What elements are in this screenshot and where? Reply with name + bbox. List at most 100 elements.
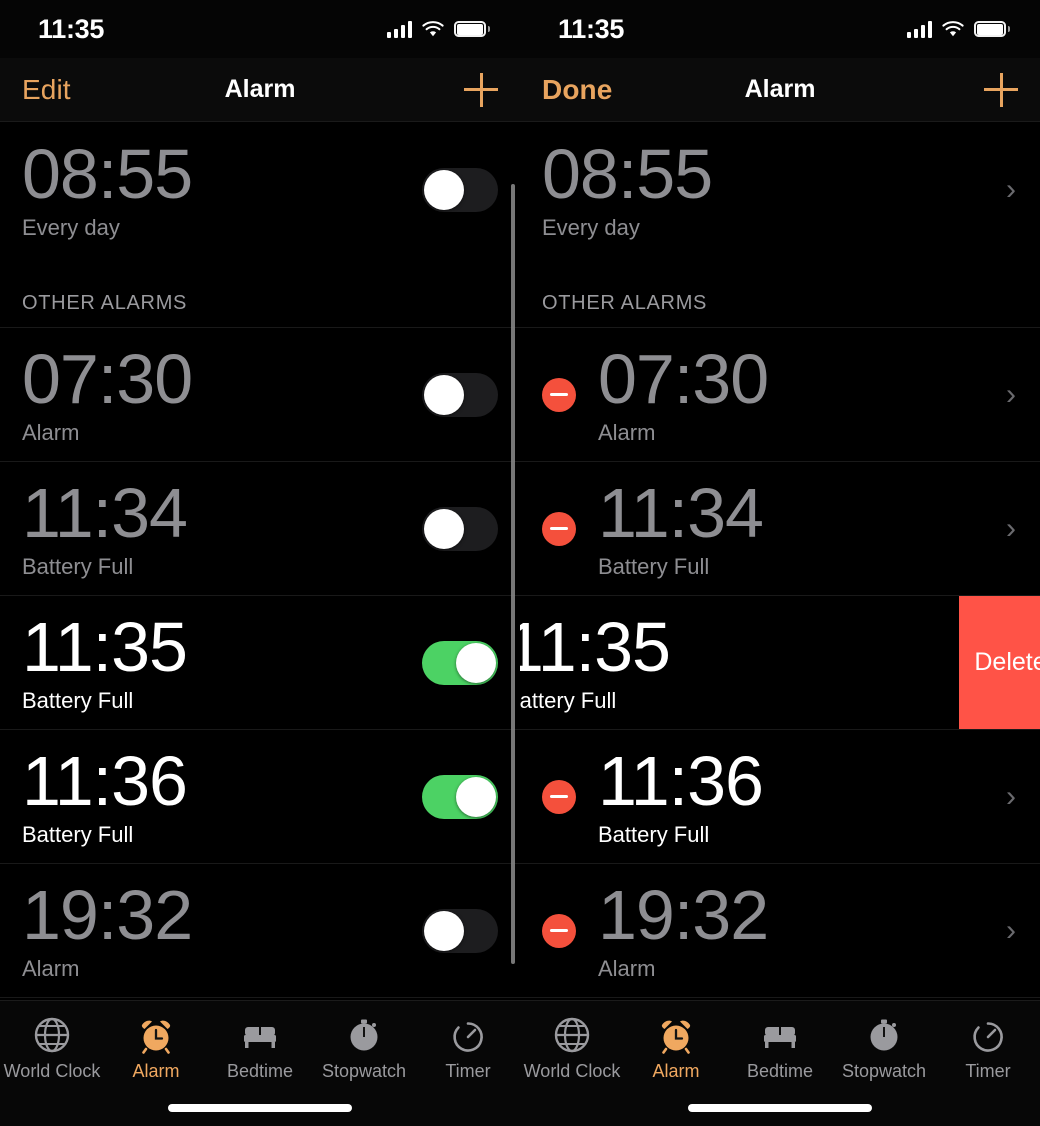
alarm-label: Every day — [542, 215, 640, 240]
home-indicator — [168, 1104, 352, 1112]
alarm-row[interactable]: 19:32 Alarm › — [520, 864, 1040, 998]
alarm-row[interactable]: 11:34 Battery Full › — [520, 462, 1040, 596]
navigation-bar: Done Alarm — [520, 58, 1040, 122]
alarm-time: 07:30 — [22, 339, 193, 418]
wifi-icon — [421, 20, 445, 38]
alarm-time: 08:55 — [22, 135, 193, 213]
tab-label: Alarm — [652, 1061, 700, 1081]
tab-label: Bedtime — [746, 1061, 814, 1081]
alarm-label: Battery Full — [598, 553, 710, 579]
stopwatch-icon — [864, 1015, 904, 1055]
tab-bedtime[interactable]: Bedtime — [208, 1015, 312, 1082]
alarm-clock-icon — [656, 1015, 696, 1055]
alarm-label: Battery Full — [22, 553, 134, 579]
alarm-row[interactable]: 08:55 Every day — [0, 122, 520, 258]
alarm-list[interactable]: 08:55 Every day OTHER ALARMS 07:30 Alarm — [0, 122, 520, 1000]
alarm-toggle[interactable] — [422, 640, 498, 685]
tab-label: Stopwatch — [841, 1061, 927, 1081]
alarm-label: Alarm — [22, 419, 80, 445]
page-title: Alarm — [224, 75, 296, 103]
alarm-row[interactable]: 07:30 Alarm › — [520, 328, 1040, 462]
alarm-time: 11:36 — [598, 741, 764, 820]
section-header-other-alarms: OTHER ALARMS — [520, 258, 1040, 328]
globe-icon — [32, 1015, 72, 1055]
bed-icon — [760, 1015, 800, 1055]
alarm-time: 11:34 — [22, 473, 188, 552]
tab-label: World Clock — [523, 1061, 621, 1081]
tab-stopwatch[interactable]: Stopwatch — [312, 1015, 416, 1082]
phone-screen-edit-mode: 11:35 Done Alarm 08:55 Every day › OTHER… — [520, 0, 1040, 1126]
alarm-time: 11:35 — [520, 607, 671, 686]
alarm-row[interactable]: 07:30 Alarm — [0, 328, 520, 462]
vertical-scrollbar[interactable] — [511, 184, 515, 964]
alarm-row[interactable]: 08:55 Every day › — [520, 122, 1040, 258]
add-alarm-button[interactable] — [984, 72, 1018, 107]
add-alarm-button[interactable] — [464, 72, 498, 107]
tab-stopwatch[interactable]: Stopwatch — [832, 1015, 936, 1082]
edit-button[interactable]: Edit — [22, 74, 71, 106]
tab-bar: World Clock Alarm Bedtime Stopwatch Time… — [520, 1000, 1040, 1126]
chevron-right-icon: › — [1006, 377, 1016, 411]
tab-world-clock[interactable]: World Clock — [0, 1015, 104, 1082]
alarm-row[interactable]: 19:32 Alarm — [0, 864, 520, 998]
alarm-time: 19:32 — [22, 875, 193, 954]
signal-bars-icon — [906, 20, 932, 38]
alarm-toggle[interactable] — [422, 372, 498, 417]
alarm-row-swiped[interactable]: 11:35 Battery Full › Delete — [520, 596, 1040, 730]
delete-minus-button[interactable] — [542, 377, 576, 412]
alarm-label: Every day — [22, 215, 120, 240]
done-button[interactable]: Done — [542, 74, 612, 106]
delete-minus-button[interactable] — [542, 511, 576, 546]
alarm-row[interactable]: 11:36 Battery Full › — [520, 730, 1040, 864]
status-bar-icons — [386, 20, 490, 38]
alarm-label: Alarm — [598, 955, 656, 981]
navigation-bar: Edit Alarm — [0, 58, 520, 122]
alarm-row[interactable]: 11:34 Battery Full — [0, 462, 520, 596]
alarm-label: Alarm — [22, 955, 80, 981]
wifi-icon — [941, 20, 965, 38]
tab-world-clock[interactable]: World Clock — [520, 1015, 624, 1082]
home-indicator — [688, 1104, 872, 1112]
alarm-toggle[interactable] — [422, 908, 498, 953]
alarm-label: Battery Full — [22, 687, 134, 713]
tab-label: Timer — [965, 1061, 1011, 1081]
timer-icon — [968, 1015, 1008, 1055]
status-bar-clock: 11:35 — [38, 13, 105, 44]
chevron-right-icon: › — [1006, 173, 1016, 206]
delete-button[interactable]: Delete — [959, 596, 1040, 729]
delete-minus-button[interactable] — [542, 779, 576, 814]
bed-icon — [240, 1015, 280, 1055]
alarm-label: Battery Full — [22, 821, 134, 847]
stopwatch-icon — [344, 1015, 384, 1055]
tab-timer[interactable]: Timer — [936, 1015, 1040, 1082]
alarm-time: 11:36 — [22, 741, 188, 820]
tab-label: Alarm — [132, 1061, 180, 1081]
tab-bar: World Clock Alarm Bedtime Stopwatch Time… — [0, 1000, 520, 1126]
alarm-time: 08:55 — [542, 135, 713, 213]
alarm-row[interactable]: 11:35 Battery Full — [0, 596, 520, 730]
status-bar-clock: 11:35 — [558, 13, 625, 44]
tab-label: Timer — [445, 1061, 491, 1081]
tab-bedtime[interactable]: Bedtime — [728, 1015, 832, 1082]
tab-timer[interactable]: Timer — [416, 1015, 520, 1082]
alarm-toggle[interactable] — [422, 168, 498, 212]
alarm-toggle[interactable] — [422, 774, 498, 819]
chevron-right-icon: › — [1006, 511, 1016, 545]
tab-label: Stopwatch — [321, 1061, 407, 1081]
alarm-toggle[interactable] — [422, 506, 498, 551]
phone-screen-browse-mode: 11:35 Edit Alarm 08:55 Every day OTHER A… — [0, 0, 520, 1126]
alarm-label: Battery Full — [520, 687, 617, 713]
status-bar-icons — [906, 20, 1010, 38]
tab-label: Bedtime — [226, 1061, 294, 1081]
alarm-time: 11:35 — [22, 607, 188, 686]
delete-minus-button[interactable] — [542, 913, 576, 948]
alarm-list[interactable]: 08:55 Every day › OTHER ALARMS 07:30 Ala… — [520, 122, 1040, 1000]
alarm-clock-icon — [136, 1015, 176, 1055]
alarm-row[interactable]: 11:36 Battery Full — [0, 730, 520, 864]
battery-icon — [974, 21, 1010, 37]
tab-alarm[interactable]: Alarm — [624, 1015, 728, 1082]
status-bar: 11:35 — [0, 0, 520, 58]
tab-label: World Clock — [3, 1061, 101, 1081]
alarm-label: Battery Full — [598, 821, 710, 847]
tab-alarm[interactable]: Alarm — [104, 1015, 208, 1082]
